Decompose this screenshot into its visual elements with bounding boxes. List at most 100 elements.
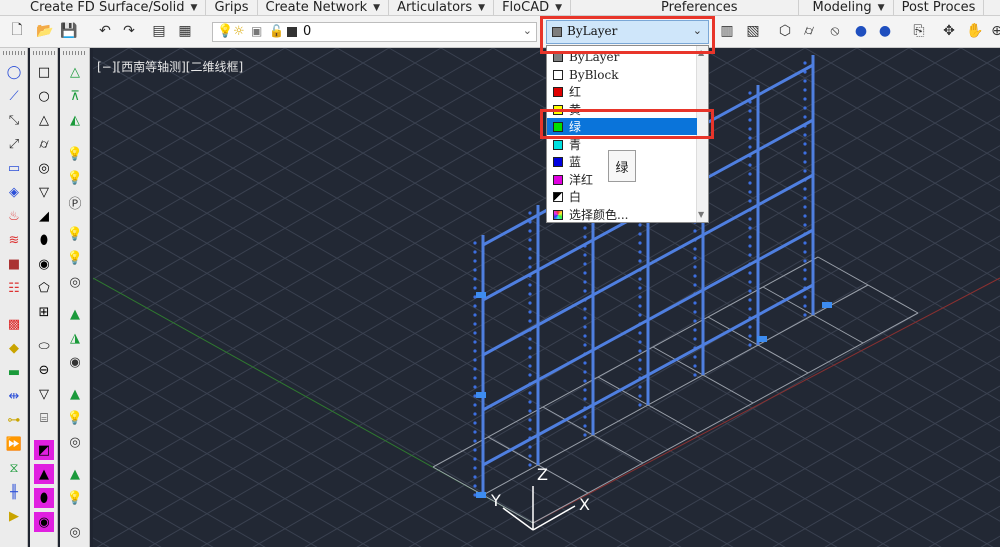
paraboloid-icon[interactable]: ▽ [34,182,54,202]
grid-line [93,297,526,547]
color-option[interactable]: 红 [547,83,697,100]
menu-preferences[interactable]: Preferences [571,0,799,15]
funnel-icon[interactable]: ▽ [34,384,54,404]
grid-icon[interactable]: ⊞ [34,302,54,322]
cone-icon[interactable]: △ [34,110,54,130]
node-dot [528,454,532,458]
menu-grips[interactable]: Grips [206,0,258,15]
viewport-controls-label[interactable]: [−][西南等轴测][二维线框] [97,58,243,75]
flow-network-icon[interactable]: ▩ [4,314,24,334]
triangle-c-icon[interactable]: ▲ [65,464,85,484]
pan-hand-icon[interactable]: ✋ [966,22,984,40]
node-icon[interactable]: ◈ [4,182,24,202]
save-icon[interactable]: 💾 [60,22,78,40]
bulb-a-icon[interactable]: 💡 [65,144,85,164]
heater-icon[interactable]: ≋ [4,230,24,250]
radiation-icon[interactable]: ☷ [4,278,24,298]
lens-icon[interactable]: ◉ [65,352,85,372]
scale-icon[interactable]: ⤡ [4,110,24,130]
ring-icon[interactable]: ◉ [34,254,54,274]
color-option[interactable]: 白 [547,188,697,205]
target-b-icon[interactable]: ◎ [65,522,85,542]
ellipsoid-icon[interactable]: ⬮ [34,230,54,250]
cylinder-icon[interactable]: ⌭ [800,22,818,40]
palette-grip[interactable] [33,51,55,55]
polygon-icon[interactable]: ⬠ [34,278,54,298]
anchor-marker [822,302,832,308]
arrow-right-icon[interactable]: ▶ [4,506,24,526]
cylinder-shell-icon[interactable]: ⬮ [34,488,54,508]
triangle-surface-icon[interactable]: △ [65,62,85,82]
property-p-icon[interactable]: Ⓟ [65,192,85,212]
path-icon[interactable]: ▬ [4,362,24,382]
color-option[interactable]: 选择颜色... [547,206,697,223]
node-dot [473,241,477,245]
menu-create-network[interactable]: Create Network ▼ [258,0,390,15]
wedge-icon[interactable]: ◢ [34,206,54,226]
layer-combo-box[interactable]: 💡 ☼ ▣ 🔓 0 ⌄ [212,22,537,42]
palette-grip[interactable] [3,51,25,55]
triangle-b-icon[interactable]: ▲ [65,384,85,404]
ellipse-icon[interactable]: ⬭ [34,336,54,356]
pump-icon[interactable]: ⏩ [4,434,24,454]
disk-icon[interactable]: ○ [34,86,54,106]
move-icon[interactable]: ⤢ [4,134,24,154]
cone-shell-icon[interactable]: ▲ [34,464,54,484]
zoom-icon[interactable]: ⊕ [988,22,1000,40]
sphere-wire-icon[interactable]: ⊖ [34,360,54,380]
bulb-c-icon[interactable]: 💡 [65,224,85,244]
properties-icon[interactable]: ▥ [718,22,736,40]
redo-icon[interactable]: ↷ [120,22,138,40]
bulb-d-icon[interactable]: 💡 [65,248,85,268]
layer-manager-icon[interactable]: ▤ [150,22,168,40]
tie-icon[interactable]: ⇹ [4,386,24,406]
target-icon[interactable]: ◎ [65,272,85,292]
undo-icon[interactable]: ↶ [96,22,114,40]
node-dot [638,304,642,308]
cone-surface-icon[interactable]: ▲ [65,304,85,324]
scroll-down-icon[interactable]: ▼ [698,210,704,219]
disk-shell-icon[interactable]: ◉ [34,512,54,532]
match-properties-icon[interactable]: ▧ [744,22,762,40]
circle-icon[interactable]: ◯ [4,62,24,82]
menu-create-fd-surface[interactable]: Create FD Surface/Solid ▼ [0,0,207,15]
box-solid-icon[interactable]: □ [34,62,54,82]
anchor-marker [476,292,486,298]
junction-icon[interactable]: ╫ [4,482,24,502]
menu-articulators[interactable]: Articulators ▼ [389,0,495,15]
slash-circle-icon[interactable]: ⦸ [826,22,844,40]
bulb-f-icon[interactable]: 💡 [65,488,85,508]
pipe-icon[interactable]: ◩ [34,440,54,460]
block-icon[interactable]: ■ [4,254,24,274]
heat-source-icon[interactable]: ♨ [4,206,24,226]
extrude-icon[interactable]: ⊼ [65,86,85,106]
layer-state-icon[interactable]: ▦ [176,22,194,40]
connector-icon[interactable]: ⊶ [4,410,24,430]
cylinder-solid-icon[interactable]: ⌭ [34,134,54,154]
bulb-e-icon[interactable]: 💡 [65,408,85,428]
barrel-icon[interactable]: ⌸ [34,408,54,428]
palette-grip[interactable] [63,51,87,55]
bulb-b-icon[interactable]: 💡 [65,168,85,188]
torus-icon[interactable]: ◎ [34,158,54,178]
box-icon[interactable]: ⬡ [776,22,794,40]
ring-b-icon[interactable]: ◎ [65,432,85,452]
mesh-edit-icon[interactable]: ◭ [65,110,85,130]
render-sphere-icon[interactable]: ● [876,22,894,40]
rectangle-icon[interactable]: ▭ [4,158,24,178]
menu-modeling[interactable]: Modeling ▼ [799,0,894,15]
polyline-icon[interactable]: ⟋ [4,86,24,106]
color-option[interactable]: ByBlock [547,66,697,83]
lump-icon[interactable]: ◆ [4,338,24,358]
open-folder-icon[interactable]: 📂 [36,22,54,40]
ucs-x-arrow [532,505,576,531]
orbit-icon[interactable]: ✥ [940,22,958,40]
menu-flocad[interactable]: FloCAD ▼ [494,0,572,15]
node-dot [473,268,477,272]
wedge-surface-icon[interactable]: ◮ [65,328,85,348]
valve-icon[interactable]: ⧖ [4,458,24,478]
view-icon[interactable]: ⎘ [910,22,928,40]
new-file-icon[interactable]: 🗋 [8,22,26,40]
sphere-shade-icon[interactable]: ● [852,22,870,40]
menu-post-process[interactable]: Post Proces [894,0,985,15]
